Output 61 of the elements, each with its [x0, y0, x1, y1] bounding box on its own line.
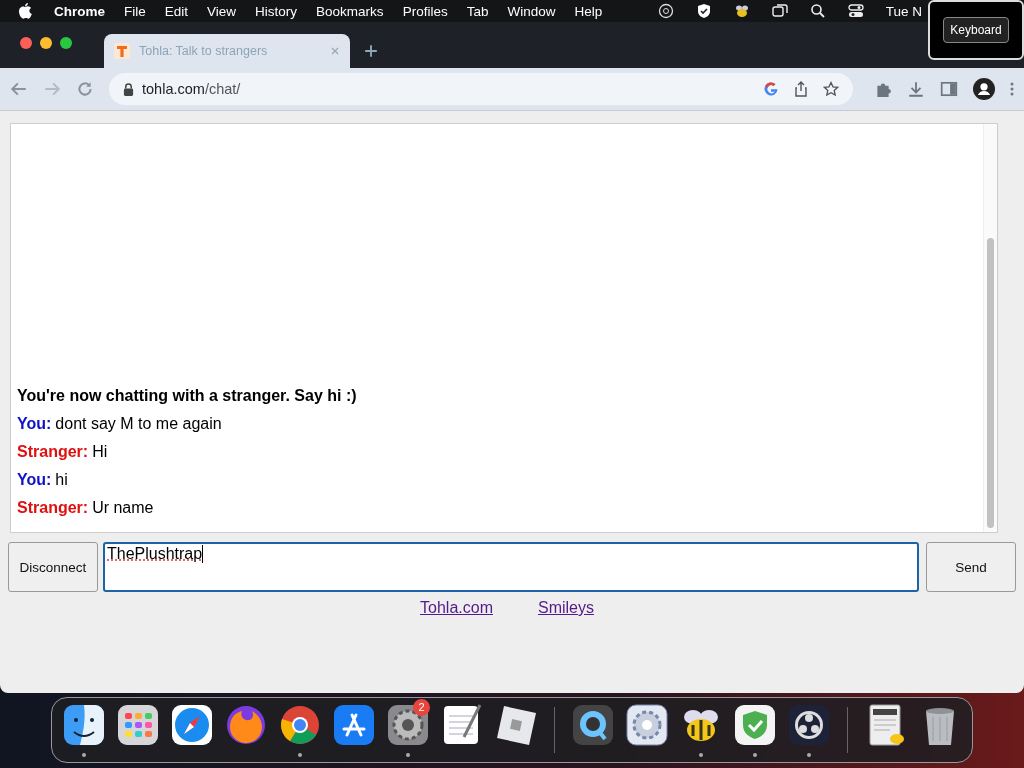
speaker-label: Stranger:: [17, 499, 89, 516]
apple-icon[interactable]: [18, 3, 32, 19]
zoom-window-button[interactable]: [60, 37, 72, 49]
footer-link[interactable]: Tohla.com: [420, 599, 493, 617]
smiling-face-icon[interactable]: [62, 703, 106, 747]
url-text: tohla.com/chat/: [142, 81, 242, 97]
minimize-window-button[interactable]: [40, 37, 52, 49]
menu-item[interactable]: History: [255, 3, 298, 19]
menu-item[interactable]: Window: [507, 3, 556, 19]
download-icon[interactable]: [907, 80, 925, 98]
app-grid-icon[interactable]: [116, 703, 160, 747]
notification-badge: 2: [413, 699, 430, 716]
toggles-icon[interactable]: [847, 3, 864, 19]
menu-item[interactable]: Profiles: [402, 3, 448, 19]
lock-icon[interactable]: [123, 82, 134, 96]
message-text: Hi: [92, 443, 108, 460]
speaker-label: You:: [17, 471, 52, 488]
scrollbar-thumb[interactable]: [987, 238, 994, 528]
speaker-label: Stranger:: [17, 443, 89, 460]
search-icon[interactable]: [809, 3, 826, 19]
send-button[interactable]: Send: [926, 542, 1016, 592]
circle-logo-icon[interactable]: [657, 3, 674, 19]
menu-item[interactable]: Edit: [164, 3, 189, 19]
disconnect-button[interactable]: Disconnect: [8, 542, 98, 592]
google-g-icon[interactable]: [763, 81, 779, 97]
menu-item[interactable]: View: [207, 3, 237, 19]
more-menu-icon[interactable]: [1010, 80, 1014, 98]
message-text: hi: [55, 471, 68, 488]
square-block-icon[interactable]: [494, 703, 538, 747]
plus-icon[interactable]: [364, 44, 378, 58]
footer-link[interactable]: Smileys: [537, 599, 594, 617]
address-bar[interactable]: tohla.com/chat/: [109, 73, 853, 105]
clock[interactable]: Tue N: [885, 3, 922, 19]
chrome-icon[interactable]: [278, 703, 322, 747]
menu-item[interactable]: File: [124, 3, 146, 19]
star-icon[interactable]: [823, 81, 839, 97]
menu-item[interactable]: Help: [574, 3, 603, 19]
profile-avatar-icon[interactable]: [973, 78, 995, 100]
message-text: dont say M to me again: [55, 415, 222, 432]
menu-item[interactable]: Tab: [466, 3, 489, 19]
side-panel-icon[interactable]: [940, 80, 958, 98]
message-text: Ur name: [92, 499, 154, 516]
ring-icon[interactable]: [787, 703, 831, 747]
app-store-icon[interactable]: [332, 703, 376, 747]
gear-icon[interactable]: [625, 703, 669, 747]
menu-item[interactable]: Bookmarks: [316, 3, 384, 19]
status-message: You're now chatting with a stranger. Say hi :): [17, 387, 357, 404]
compass-icon[interactable]: [170, 703, 214, 747]
windows-icon[interactable]: [771, 3, 788, 19]
letter-t-icon: [114, 43, 130, 59]
close-window-button[interactable]: [20, 37, 32, 49]
bee-icon[interactable]: [733, 3, 750, 19]
shield-check-icon[interactable]: [695, 3, 712, 19]
tab-title: Tohla: Talk to strangers: [139, 44, 269, 58]
share-icon[interactable]: [793, 81, 809, 97]
gear-icon[interactable]: [386, 703, 430, 747]
keyboard-button[interactable]: Keyboard: [943, 17, 1009, 43]
message-input[interactable]: ThePlushtrap: [103, 542, 919, 592]
app-menu[interactable]: Chrome: [54, 3, 105, 19]
speaker-label: You:: [17, 415, 52, 432]
shield-check-icon[interactable]: [733, 703, 777, 747]
